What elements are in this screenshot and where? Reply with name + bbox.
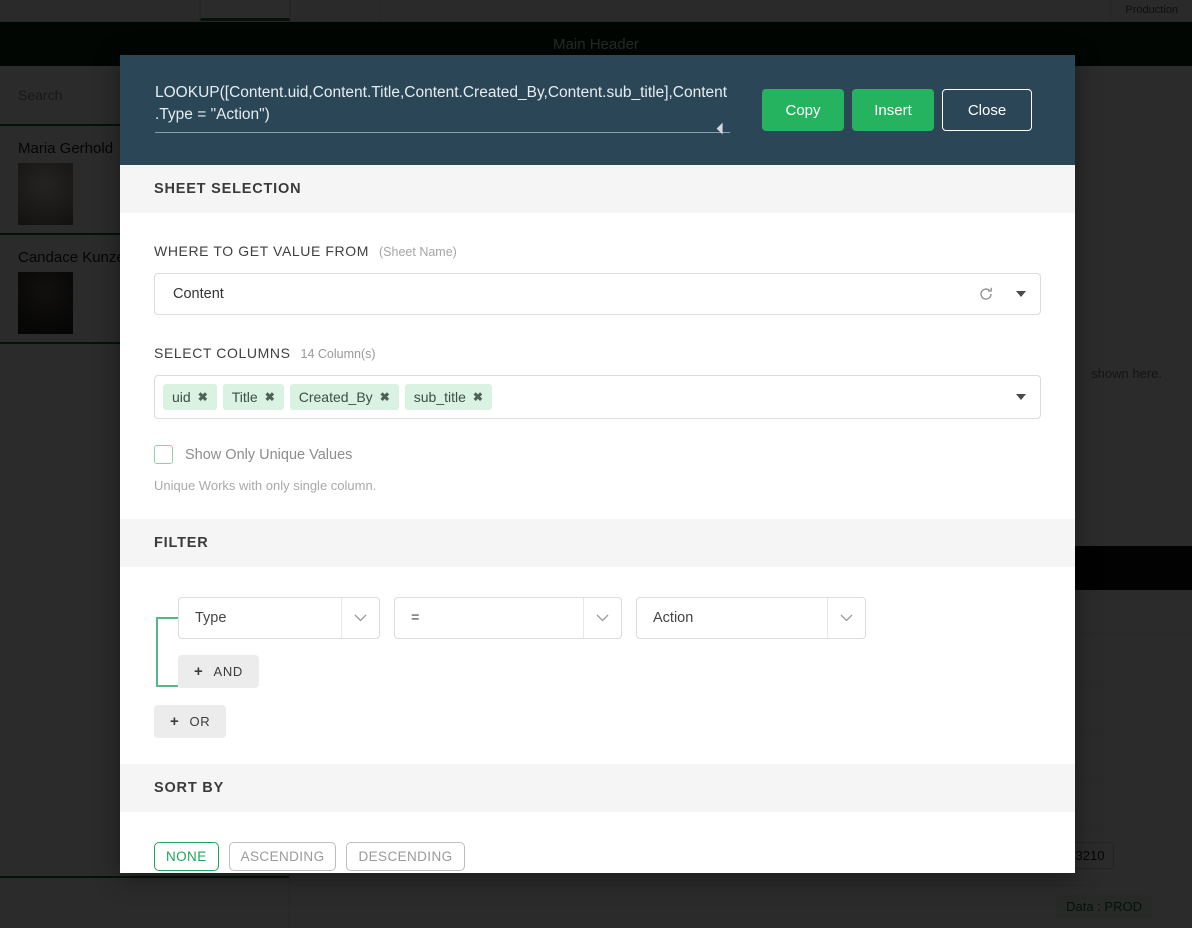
filter-group-bracket [156,617,178,687]
sheet-select[interactable]: Content [154,273,1041,315]
remove-column-icon[interactable]: ✖ [380,390,390,404]
chevron-down-icon[interactable] [1016,291,1026,297]
modal-header: ◤ Copy Insert Close [120,55,1075,165]
formula-input[interactable] [155,82,730,133]
filter-operator-select[interactable]: = [394,597,622,639]
section-title-sort-by: SORT BY [120,764,1075,812]
where-to-get-value-label: WHERE TO GET VALUE FROM [154,243,370,259]
remove-column-icon[interactable]: ✖ [198,390,208,404]
unique-values-row[interactable]: Show Only Unique Values [154,445,1041,464]
add-or-button[interactable]: + OR [154,705,227,738]
formula-builder-modal: ◤ Copy Insert Close SHEET SELECTION WHER… [120,55,1075,873]
add-and-label: AND [213,664,244,679]
chevron-down-icon[interactable] [1016,394,1026,400]
sort-direction-group: NONE ASCENDING DESCENDING [154,842,1041,871]
sheet-selection-body: WHERE TO GET VALUE FROM (Sheet Name) Con… [120,213,1075,519]
plus-icon: + [170,713,180,730]
column-token[interactable]: Title ✖ [222,384,284,410]
where-to-get-value-label-row: WHERE TO GET VALUE FROM (Sheet Name) [154,243,1041,259]
column-token-label: sub_title [413,389,466,405]
columns-count: 14 Column(s) [300,347,376,361]
add-or-label: OR [189,714,211,729]
sort-body: NONE ASCENDING DESCENDING uid [120,812,1075,873]
copy-button[interactable]: Copy [762,89,844,131]
sheet-select-value: Content [173,286,224,302]
sort-option-none[interactable]: NONE [154,842,219,871]
filter-condition-row: Type = Action [156,597,1041,687]
close-button[interactable]: Close [942,89,1032,131]
modal-scroll-area[interactable]: SHEET SELECTION WHERE TO GET VALUE FROM … [120,165,1075,873]
chevron-down-icon[interactable] [583,598,621,638]
chevron-down-icon[interactable] [827,598,865,638]
remove-column-icon[interactable]: ✖ [473,390,483,404]
column-token-label: Title [231,389,258,405]
unique-values-note: Unique Works with only single column. [154,478,377,493]
unique-values-label: Show Only Unique Values [185,446,353,463]
column-token[interactable]: uid ✖ [163,384,217,410]
add-or-wrapper: + OR [154,705,1041,738]
remove-column-icon[interactable]: ✖ [265,390,275,404]
refresh-icon[interactable] [978,286,994,302]
sort-option-descending[interactable]: DESCENDING [346,842,465,871]
select-columns-label: SELECT COLUMNS [154,345,291,361]
chevron-down-icon[interactable] [341,598,379,638]
filter-value-value: Action [653,610,694,626]
filter-operator-value: = [411,610,420,626]
selected-columns-field[interactable]: uid ✖ Title ✖ Created_By ✖ sub_title ✖ [154,375,1041,419]
formula-field-wrapper: ◤ [155,82,730,138]
add-and-wrapper: + AND [178,655,1041,688]
filter-value-select[interactable]: Action [636,597,866,639]
section-title-filter: FILTER [120,519,1075,567]
add-and-button[interactable]: + AND [178,655,260,688]
column-token-label: Created_By [298,389,373,405]
insert-button[interactable]: Insert [852,89,934,131]
column-token[interactable]: Created_By ✖ [289,384,399,410]
plus-icon: + [194,663,204,680]
sort-option-ascending[interactable]: ASCENDING [228,842,337,871]
column-token[interactable]: sub_title ✖ [404,384,492,410]
unique-values-checkbox[interactable] [154,445,173,464]
section-title-sheet-selection: SHEET SELECTION [120,165,1075,213]
filter-field-select[interactable]: Type [178,597,380,639]
sheet-name-hint: (Sheet Name) [379,245,457,259]
filter-field-value: Type [195,610,227,626]
filter-body: Type = Action + AND + OR [120,567,1075,764]
select-columns-label-row: SELECT COLUMNS 14 Column(s) [154,345,1041,361]
column-token-label: uid [172,389,191,405]
